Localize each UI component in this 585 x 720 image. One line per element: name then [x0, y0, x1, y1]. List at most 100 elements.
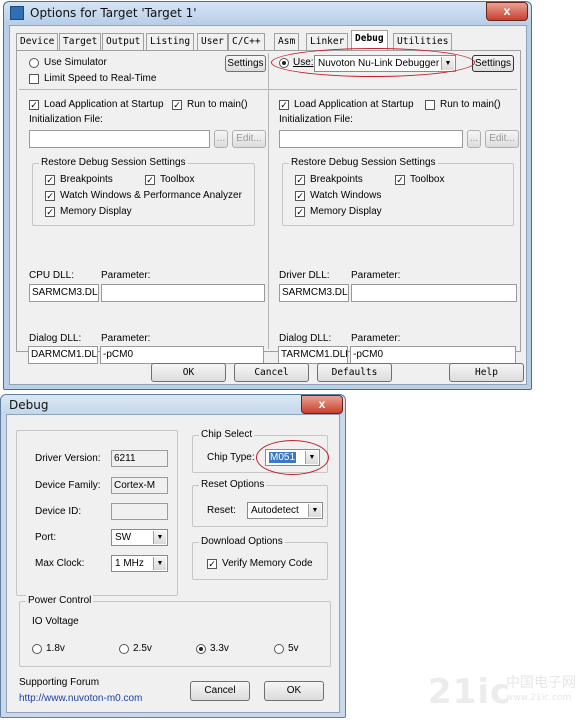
driver-dll-input[interactable]: SARMCM3.DLL — [279, 284, 349, 302]
browse-button-right[interactable]: ... — [467, 130, 481, 148]
breakpoints-checkbox-left[interactable]: ✓ — [45, 175, 55, 185]
breakpoints-label-left: Breakpoints — [60, 174, 113, 185]
tab-utilities[interactable]: Utilities — [393, 33, 453, 50]
help-button[interactable]: Help — [449, 363, 524, 382]
init-file-input-right[interactable] — [279, 130, 463, 148]
defaults-button[interactable]: Defaults — [317, 363, 392, 382]
toolbox-checkbox-left[interactable]: ✓ — [145, 175, 155, 185]
reset-select[interactable]: Autodetect ▼ — [247, 502, 323, 519]
watermark-cn-text: 中国电子网 — [506, 675, 576, 691]
simulator-settings-button[interactable]: Settings — [225, 55, 266, 72]
tab-target[interactable]: Target — [59, 33, 102, 50]
breakpoints-label-right: Breakpoints — [310, 174, 363, 185]
device-id-label: Device ID: — [35, 506, 82, 517]
run-to-main-checkbox-left[interactable]: ✓ — [172, 100, 182, 110]
options-client: Device Target Output Listing User C/C++ … — [9, 25, 527, 385]
reset-options-group: Reset Options Reset: Autodetect ▼ — [192, 479, 328, 527]
tab-user[interactable]: User — [197, 33, 228, 50]
tab-listing[interactable]: Listing — [146, 33, 195, 50]
limit-speed-label: Limit Speed to Real-Time — [44, 73, 157, 84]
debug-close-icon[interactable]: x — [301, 395, 343, 414]
device-info-group: Driver Version: 6211 Device Family: Cort… — [16, 430, 178, 596]
toolbox-checkbox-right[interactable]: ✓ — [395, 175, 405, 185]
max-clock-label: Max Clock: — [35, 558, 85, 569]
debug-cancel-button[interactable]: Cancel — [190, 681, 250, 701]
voltage-5-radio[interactable] — [274, 644, 284, 654]
use-simulator-radio[interactable] — [29, 58, 39, 68]
run-to-main-checkbox-right[interactable] — [425, 100, 435, 110]
voltage-3-3-label: 3.3v — [210, 643, 229, 654]
watch-windows-checkbox-right[interactable]: ✓ — [295, 191, 305, 201]
max-clock-value: 1 MHz — [115, 558, 144, 569]
driver-param-input[interactable] — [351, 284, 517, 302]
cpu-dll-input[interactable]: SARMCM3.DLL — [29, 284, 99, 302]
tab-asm[interactable]: Asm — [274, 33, 300, 50]
use-debugger-radio[interactable] — [279, 58, 289, 68]
breakpoints-checkbox-right[interactable]: ✓ — [295, 175, 305, 185]
watch-windows-label-right: Watch Windows — [310, 190, 382, 201]
edit-button-right[interactable]: Edit... — [485, 130, 519, 148]
dialog-param-input-left[interactable]: -pCM0 — [100, 346, 264, 364]
watch-windows-checkbox-left[interactable]: ✓ — [45, 191, 55, 201]
memory-display-checkbox-left[interactable]: ✓ — [45, 207, 55, 217]
edit-button-left[interactable]: Edit... — [232, 130, 266, 148]
chip-type-value: M051 — [269, 452, 297, 463]
driver-version-value: 6211 — [111, 450, 168, 467]
restore-settings-title-left: Restore Debug Session Settings — [39, 157, 188, 168]
options-window: Options for Target 'Target 1' x Device T… — [3, 1, 532, 390]
watermark-cn: 中国电子网 www.21ic.com — [506, 676, 576, 706]
close-icon[interactable]: x — [486, 2, 528, 21]
port-label: Port: — [35, 532, 57, 543]
init-file-input-left[interactable] — [29, 130, 210, 148]
tab-cpp[interactable]: C/C++ — [228, 33, 265, 50]
memory-display-label-left: Memory Display — [60, 206, 132, 217]
browse-button-left[interactable]: ... — [214, 130, 228, 148]
forum-link[interactable]: http://www.nuvoton-m0.com — [19, 693, 142, 704]
voltage-1-8-radio[interactable] — [32, 644, 42, 654]
voltage-3-3-radio[interactable] — [196, 644, 206, 654]
voltage-2-5-radio[interactable] — [119, 644, 129, 654]
reset-label: Reset: — [207, 505, 236, 516]
run-to-main-label-left: Run to main() — [187, 99, 248, 110]
debug-titlebar[interactable]: Debug x — [1, 395, 345, 415]
ok-button[interactable]: OK — [151, 363, 226, 382]
chevron-down-icon: ▼ — [441, 57, 454, 70]
dialog-param-input-right[interactable]: -pCM0 — [350, 346, 516, 364]
use-simulator-label: Use Simulator — [44, 57, 107, 68]
restore-settings-title-right: Restore Debug Session Settings — [289, 157, 438, 168]
voltage-5-label: 5v — [288, 643, 299, 654]
debug-window-title: Debug — [9, 398, 49, 412]
reset-options-title: Reset Options — [199, 479, 267, 490]
toolbox-label-right: Toolbox — [410, 174, 445, 185]
load-app-label-right: Load Application at Startup — [294, 99, 414, 110]
power-control-title: Power Control — [26, 595, 94, 606]
tab-output[interactable]: Output — [102, 33, 145, 50]
tab-strip: Device Target Output Listing User C/C++ … — [16, 30, 520, 51]
debugger-select[interactable]: Nuvoton Nu-Link Debugger ▼ — [314, 55, 456, 72]
max-clock-select[interactable]: 1 MHz ▼ — [111, 555, 168, 572]
restore-settings-group-left: Restore Debug Session Settings ✓ Breakpo… — [32, 157, 255, 226]
tab-linker[interactable]: Linker — [306, 33, 349, 50]
watermark-logo: 21ic — [428, 672, 512, 712]
memory-display-checkbox-right[interactable]: ✓ — [295, 207, 305, 217]
chevron-down-icon: ▼ — [153, 531, 166, 544]
port-select[interactable]: SW ▼ — [111, 529, 168, 546]
verify-memory-checkbox[interactable]: ✓ — [207, 559, 217, 569]
driver-param-label: Parameter: — [351, 270, 401, 281]
tab-device[interactable]: Device — [16, 33, 59, 50]
chevron-down-icon: ▼ — [153, 557, 166, 570]
debugger-settings-button[interactable]: Settings — [472, 55, 514, 72]
load-app-checkbox-left[interactable]: ✓ — [29, 100, 39, 110]
limit-speed-checkbox[interactable] — [29, 74, 39, 84]
cancel-button[interactable]: Cancel — [234, 363, 309, 382]
dialog-dll-input-left[interactable]: DARMCM1.DLL — [28, 346, 98, 364]
tab-debug[interactable]: Debug — [351, 30, 388, 50]
cpu-param-input[interactable] — [101, 284, 265, 302]
chip-type-select[interactable]: M051 ▼ — [265, 449, 320, 466]
load-app-checkbox-right[interactable]: ✓ — [279, 100, 289, 110]
options-titlebar[interactable]: Options for Target 'Target 1' x — [4, 2, 531, 24]
debug-ok-button[interactable]: OK — [264, 681, 324, 701]
dialog-dll-input-right[interactable]: TARMCM1.DLL — [278, 346, 348, 364]
device-id-value — [111, 503, 168, 520]
power-control-group: Power Control IO Voltage 1.8v 2.5v 3.3v … — [19, 595, 331, 667]
